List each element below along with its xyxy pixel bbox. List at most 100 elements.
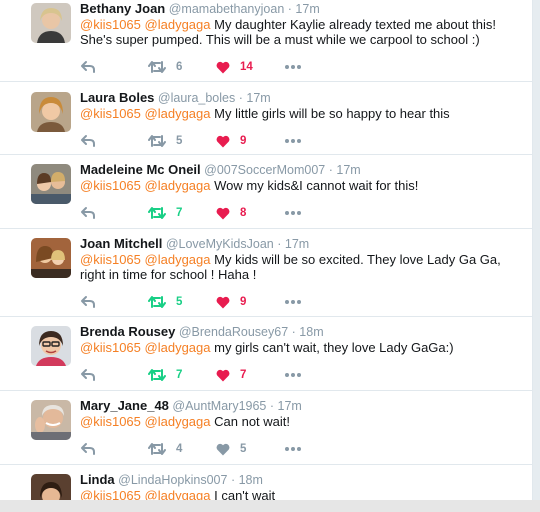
- retweet-count: 7: [176, 369, 183, 381]
- tweet-header: Linda @LindaHopkins007 · 18m: [80, 472, 512, 488]
- user-name[interactable]: Bethany Joan: [80, 1, 165, 16]
- tweet-text: @kiis1065 @ladygaga My little girls will…: [80, 106, 512, 121]
- mention-link[interactable]: @kiis1065: [80, 178, 141, 193]
- tweet-actions: 7 7: [80, 367, 512, 383]
- timestamp[interactable]: 17m: [278, 399, 302, 413]
- heart-icon: [216, 443, 230, 455]
- mention-link[interactable]: @kiis1065: [80, 17, 141, 32]
- timestamp[interactable]: 17m: [246, 91, 270, 105]
- separator: ·: [291, 325, 296, 339]
- separator: ·: [238, 91, 243, 105]
- tweet-actions: 4 5: [80, 441, 512, 457]
- heart-icon: [216, 135, 230, 147]
- retweet-count: 4: [176, 443, 183, 455]
- tweet[interactable]: Brenda Rousey @BrendaRousey67 · 18m @kii…: [0, 317, 532, 391]
- more-icon: [285, 300, 301, 304]
- retweet-icon: [148, 443, 166, 455]
- tweet-actions: 6 14: [80, 59, 512, 75]
- like-button[interactable]: 9: [216, 296, 284, 309]
- mention-link[interactable]: @ladygaga: [145, 488, 211, 500]
- tweet-header: Madeleine Mc Oneil @007SoccerMom007 · 17…: [80, 162, 512, 178]
- more-options-button[interactable]: [284, 299, 302, 305]
- avatar[interactable]: [31, 400, 71, 440]
- like-button[interactable]: 7: [216, 369, 284, 382]
- more-options-button[interactable]: [284, 64, 302, 70]
- retweet-button[interactable]: 4: [148, 442, 216, 456]
- reply-icon: [81, 61, 95, 73]
- mention-link[interactable]: @ladygaga: [145, 340, 211, 355]
- more-options-button[interactable]: [284, 138, 302, 144]
- tweet-actions: 7 8: [80, 205, 512, 221]
- retweet-button[interactable]: 7: [148, 368, 216, 382]
- tweet-actions: 5 9: [80, 294, 512, 310]
- avatar[interactable]: [31, 92, 71, 132]
- timestamp[interactable]: 18m: [239, 473, 263, 487]
- reply-button[interactable]: [80, 368, 148, 382]
- timestamp[interactable]: 17m: [285, 237, 309, 251]
- retweet-icon: [148, 61, 166, 73]
- like-button[interactable]: 9: [216, 135, 284, 148]
- user-handle[interactable]: @LoveMyKidsJoan: [166, 237, 274, 251]
- more-icon: [285, 373, 301, 377]
- user-name[interactable]: Madeleine Mc Oneil: [80, 162, 201, 177]
- tweet-actions: 5 9: [80, 133, 512, 149]
- mention-link[interactable]: @kiis1065: [80, 106, 141, 121]
- reply-button[interactable]: [80, 134, 148, 148]
- user-handle[interactable]: @mamabethanyjoan: [169, 2, 285, 16]
- reply-button[interactable]: [80, 442, 148, 456]
- user-name[interactable]: Mary_Jane_48: [80, 398, 169, 413]
- more-icon: [285, 211, 301, 215]
- avatar[interactable]: [31, 238, 71, 278]
- mention-link[interactable]: @kiis1065: [80, 340, 141, 355]
- mention-link[interactable]: @ladygaga: [145, 178, 211, 193]
- user-handle[interactable]: @BrendaRousey67: [179, 325, 288, 339]
- mention-link[interactable]: @kiis1065: [80, 414, 141, 429]
- avatar[interactable]: [31, 326, 71, 366]
- user-name[interactable]: Laura Boles: [80, 90, 154, 105]
- tweet[interactable]: Laura Boles @laura_boles · 17m @kiis1065…: [0, 82, 532, 155]
- tweet-text: @kiis1065 @ladygaga My daughter Kaylie a…: [80, 17, 512, 47]
- mention-link[interactable]: @ladygaga: [145, 17, 211, 32]
- reply-button[interactable]: [80, 206, 148, 220]
- user-handle[interactable]: @laura_boles: [158, 91, 235, 105]
- like-button[interactable]: 5: [216, 443, 284, 456]
- tweet[interactable]: Mary_Jane_48 @AuntMary1965 · 17m @kiis10…: [0, 391, 532, 465]
- retweet-button[interactable]: 7: [148, 206, 216, 220]
- mention-link[interactable]: @ladygaga: [145, 414, 211, 429]
- tweet[interactable]: Madeleine Mc Oneil @007SoccerMom007 · 17…: [0, 155, 532, 229]
- timestamp[interactable]: 18m: [299, 325, 323, 339]
- mention-link[interactable]: @kiis1065: [80, 252, 141, 267]
- timestamp[interactable]: 17m: [336, 163, 360, 177]
- mention-link[interactable]: @ladygaga: [145, 252, 211, 267]
- more-icon: [285, 65, 301, 69]
- mention-link[interactable]: @ladygaga: [145, 106, 211, 121]
- like-count: 9: [240, 135, 247, 147]
- user-handle[interactable]: @007SoccerMom007: [204, 163, 325, 177]
- more-options-button[interactable]: [284, 372, 302, 378]
- user-name[interactable]: Linda: [80, 472, 115, 487]
- timestamp[interactable]: 17m: [295, 2, 319, 16]
- avatar[interactable]: [31, 474, 71, 500]
- tweet-body: I can't wait: [214, 488, 276, 500]
- reply-button[interactable]: [80, 295, 148, 309]
- avatar[interactable]: [31, 3, 71, 43]
- user-name[interactable]: Brenda Rousey: [80, 324, 175, 339]
- tweet-header: Mary_Jane_48 @AuntMary1965 · 17m: [80, 398, 512, 414]
- user-handle[interactable]: @LindaHopkins007: [118, 473, 227, 487]
- user-handle[interactable]: @AuntMary1965: [172, 399, 266, 413]
- tweet[interactable]: Joan Mitchell @LoveMyKidsJoan · 17m @kii…: [0, 229, 532, 317]
- like-button[interactable]: 8: [216, 207, 284, 220]
- tweet[interactable]: Bethany Joan @mamabethanyjoan · 17m @kii…: [0, 0, 532, 82]
- like-button[interactable]: 14: [216, 61, 284, 74]
- retweet-button[interactable]: 5: [148, 134, 216, 148]
- retweet-button[interactable]: 6: [148, 60, 216, 74]
- mention-link[interactable]: @kiis1065: [80, 488, 141, 500]
- tweet[interactable]: Linda @LindaHopkins007 · 18m @kiis1065 @…: [0, 465, 532, 500]
- like-count: 5: [240, 443, 247, 455]
- more-options-button[interactable]: [284, 446, 302, 452]
- more-options-button[interactable]: [284, 210, 302, 216]
- retweet-button[interactable]: 5: [148, 295, 216, 309]
- user-name[interactable]: Joan Mitchell: [80, 236, 162, 251]
- reply-button[interactable]: [80, 60, 148, 74]
- avatar[interactable]: [31, 164, 71, 204]
